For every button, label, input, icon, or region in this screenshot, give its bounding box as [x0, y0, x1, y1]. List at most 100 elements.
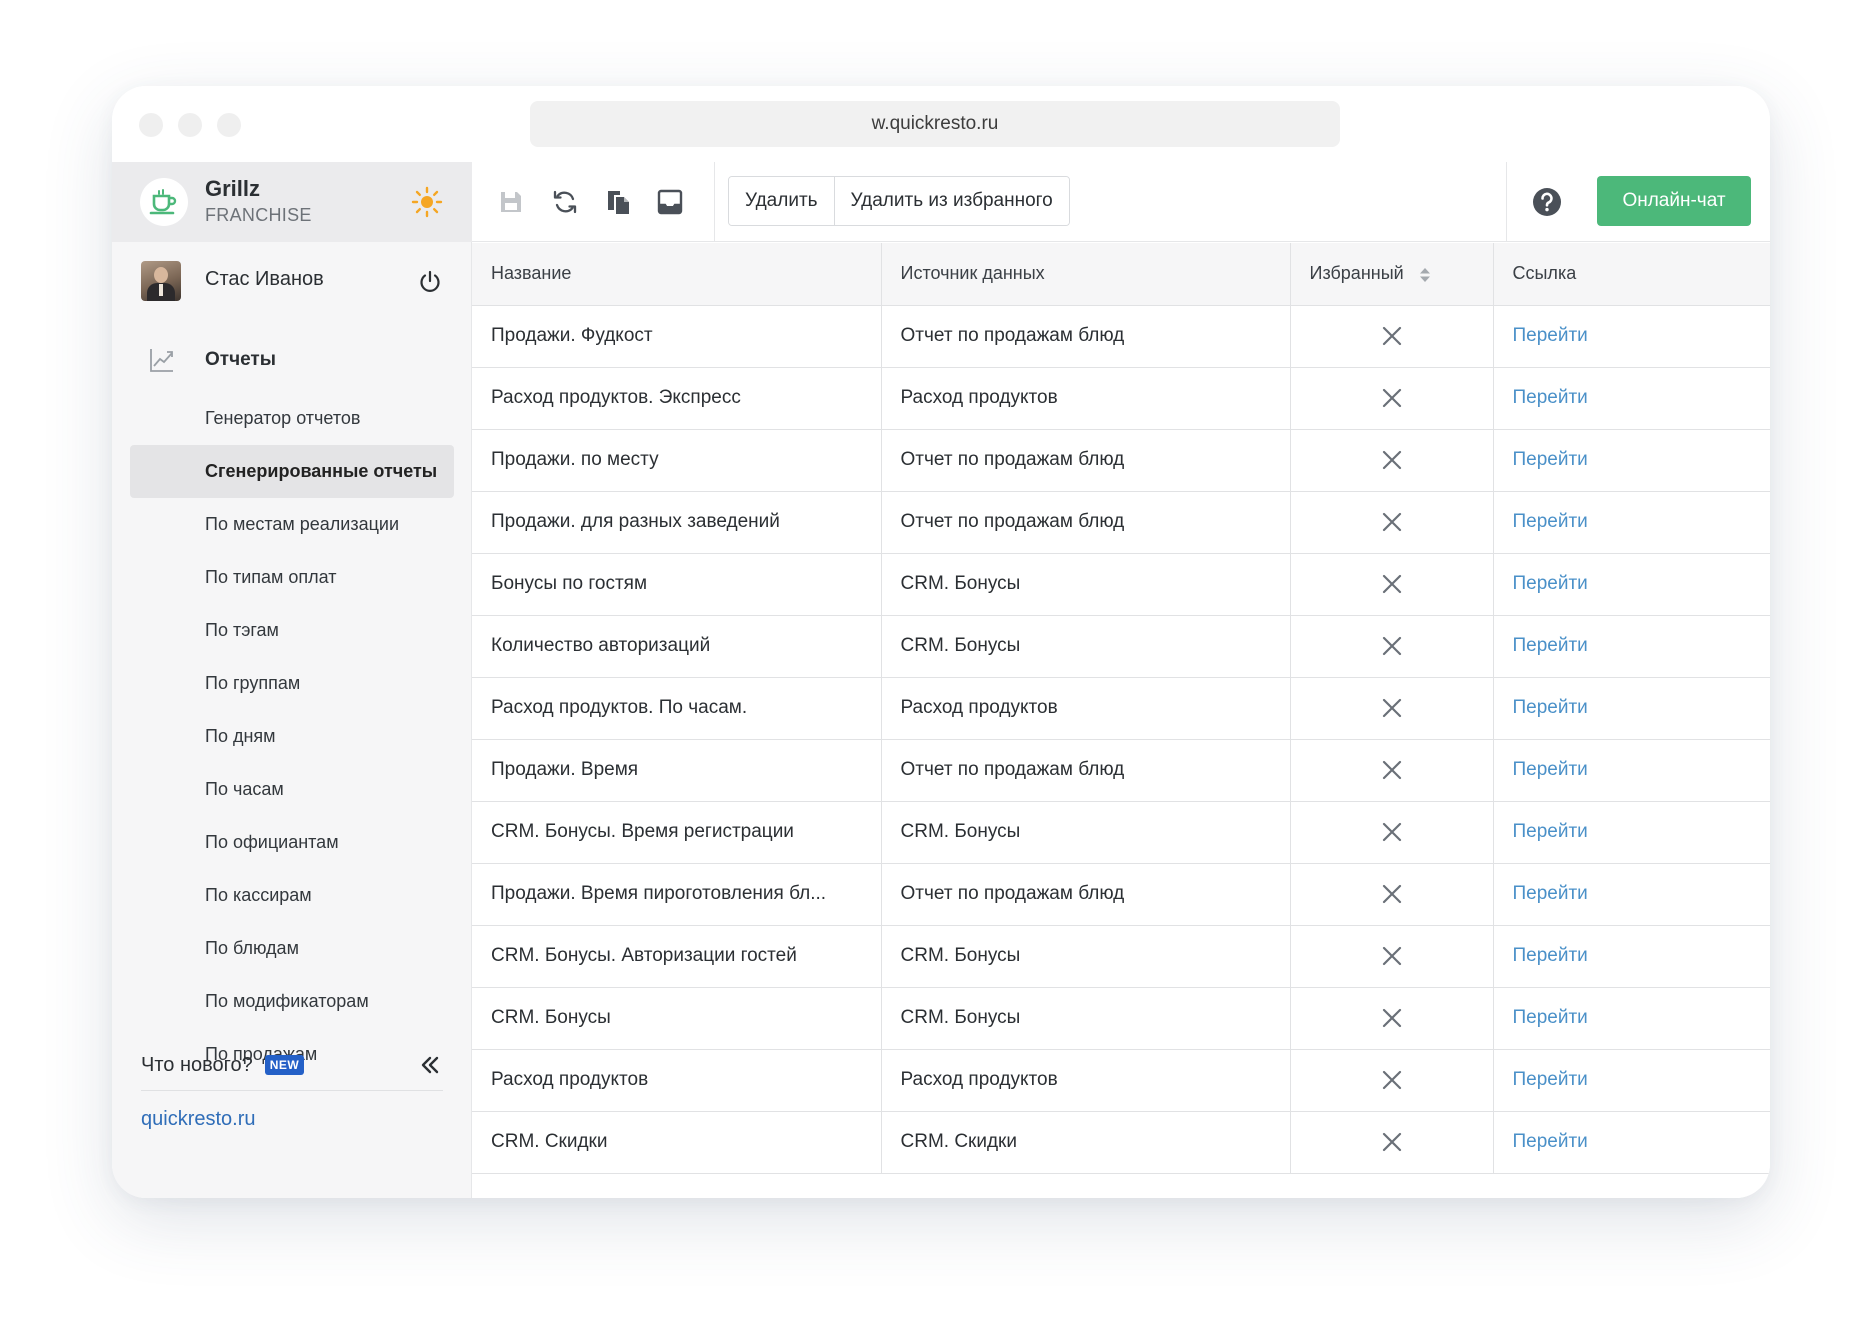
- reports-table: Название Источник данных Избранный Ссылк…: [472, 243, 1770, 1198]
- go-to-link[interactable]: Перейти: [1493, 987, 1770, 1050]
- sun-icon[interactable]: [411, 186, 443, 218]
- table-row[interactable]: Количество авторизаций CRM. Бонусы Перейти: [472, 615, 1770, 678]
- refresh-icon[interactable]: [551, 188, 579, 216]
- online-chat-button[interactable]: Онлайн-чат: [1597, 176, 1751, 226]
- inbox-icon[interactable]: [656, 188, 684, 216]
- report-source-cell: CRM. Бонусы: [881, 987, 1291, 1050]
- report-name-cell: Расход продуктов. Экспресс: [472, 367, 882, 430]
- toolbar-divider: [1506, 162, 1507, 242]
- favorite-cell: [1290, 367, 1494, 430]
- reports-nav-list: Генератор отчетов Сгенерированные отчеты…: [112, 392, 472, 1081]
- table-row[interactable]: Расход продуктов Расход продуктов Перейти: [472, 1049, 1770, 1112]
- coffee-cup-icon: [140, 178, 188, 226]
- nav-item-by-cashiers[interactable]: По кассирам: [130, 869, 454, 922]
- address-bar[interactable]: w.quickresto.ru: [530, 101, 1340, 147]
- delete-button[interactable]: Удалить: [729, 177, 834, 225]
- window-minimize-dot[interactable]: [178, 113, 202, 137]
- column-header-name[interactable]: Название: [472, 243, 882, 306]
- table-row[interactable]: Продажи. Фудкост Отчет по продажам блюд Пе…: [472, 305, 1770, 368]
- close-icon[interactable]: [1381, 1069, 1403, 1091]
- go-to-link[interactable]: Перейти: [1493, 1049, 1770, 1112]
- go-to-link[interactable]: Перейти: [1493, 863, 1770, 926]
- brand-subtitle: FRANCHISE: [205, 205, 312, 225]
- report-name-cell: Количество авторизаций: [472, 615, 882, 678]
- close-icon[interactable]: [1381, 759, 1403, 781]
- go-to-link[interactable]: Перейти: [1493, 615, 1770, 678]
- nav-item-by-days[interactable]: По дням: [130, 710, 454, 763]
- table-row[interactable]: Расход продуктов. Экспресс Расход продукт…: [472, 367, 1770, 430]
- table-row[interactable]: Продажи. Время Отчет по продажам блюд Пере…: [472, 739, 1770, 802]
- go-to-link[interactable]: Перейти: [1493, 1111, 1770, 1174]
- avatar[interactable]: [141, 261, 181, 301]
- favorite-cell: [1290, 429, 1494, 492]
- whats-new-link[interactable]: Что нового? NEW: [141, 1050, 305, 1080]
- report-name-cell: CRM. Бонусы. Время регистрации: [472, 801, 882, 864]
- nav-item-report-generator[interactable]: Генератор отчетов: [130, 392, 454, 445]
- help-icon[interactable]: [1532, 187, 1562, 217]
- close-icon[interactable]: [1381, 387, 1403, 409]
- nav-section-reports[interactable]: Отчеты: [112, 334, 472, 386]
- go-to-link[interactable]: Перейти: [1493, 553, 1770, 616]
- nav-item-by-places[interactable]: По местам реализации: [130, 498, 454, 551]
- table-row[interactable]: Расход продуктов. По часам. Расход продук…: [472, 677, 1770, 740]
- go-to-link[interactable]: Перейти: [1493, 677, 1770, 740]
- table-row[interactable]: Продажи. для разных заведений Отчет по пр…: [472, 491, 1770, 554]
- double-chevron-left-icon[interactable]: [417, 1052, 443, 1078]
- action-button-group: Удалить Удалить из избранного: [728, 176, 1070, 226]
- remove-from-favorites-button[interactable]: Удалить из избранного: [833, 177, 1069, 225]
- close-icon[interactable]: [1381, 697, 1403, 719]
- window-close-dot[interactable]: [139, 113, 163, 137]
- report-source-cell: CRM. Бонусы: [881, 925, 1291, 988]
- go-to-link[interactable]: Перейти: [1493, 801, 1770, 864]
- favorite-cell: [1290, 739, 1494, 802]
- report-source-cell: CRM. Бонусы: [881, 615, 1291, 678]
- go-to-link[interactable]: Перейти: [1493, 305, 1770, 368]
- nav-item-by-payment-types[interactable]: По типам оплат: [130, 551, 454, 604]
- table-row[interactable]: CRM. Скидки CRM. Скидки Перейти: [472, 1111, 1770, 1174]
- table-row[interactable]: CRM. Бонусы. Время регистрации CRM. Бонус…: [472, 801, 1770, 864]
- table-row[interactable]: CRM. Бонусы CRM. Бонусы Перейти: [472, 987, 1770, 1050]
- table-row[interactable]: Продажи. по месту Отчет по продажам блюд П…: [472, 429, 1770, 492]
- close-icon[interactable]: [1381, 573, 1403, 595]
- close-icon[interactable]: [1381, 1131, 1403, 1153]
- close-icon[interactable]: [1381, 325, 1403, 347]
- footer-divider: [141, 1090, 443, 1091]
- nav-item-by-modifiers[interactable]: По модификаторам: [130, 975, 454, 1028]
- go-to-link[interactable]: Перейти: [1493, 367, 1770, 430]
- column-header-source[interactable]: Источник данных: [881, 243, 1291, 306]
- column-header-link[interactable]: Ссылка: [1493, 243, 1770, 306]
- column-header-favorite[interactable]: Избранный: [1290, 243, 1494, 306]
- favorite-cell: [1290, 925, 1494, 988]
- site-link[interactable]: quickresto.ru: [141, 1108, 256, 1131]
- close-icon[interactable]: [1381, 945, 1403, 967]
- save-icon[interactable]: [497, 188, 525, 216]
- nav-item-by-hours[interactable]: По часам: [130, 763, 454, 816]
- go-to-link[interactable]: Перейти: [1493, 429, 1770, 492]
- nav-item-by-tags[interactable]: По тэгам: [130, 604, 454, 657]
- report-source-cell: Отчет по продажам блюд: [881, 491, 1291, 554]
- go-to-link[interactable]: Перейти: [1493, 491, 1770, 554]
- nav-item-generated-reports[interactable]: Сгенерированные отчеты: [130, 445, 454, 498]
- sort-icon[interactable]: [1419, 266, 1431, 284]
- nav-item-by-waiters[interactable]: По официантам: [130, 816, 454, 869]
- copy-icon[interactable]: [604, 188, 632, 216]
- report-source-cell: Отчет по продажам блюд: [881, 863, 1291, 926]
- table-row[interactable]: Продажи. Время пироготовления бл... Отчет…: [472, 863, 1770, 926]
- close-icon[interactable]: [1381, 821, 1403, 843]
- close-icon[interactable]: [1381, 449, 1403, 471]
- go-to-link[interactable]: Перейти: [1493, 739, 1770, 802]
- report-source-cell: CRM. Скидки: [881, 1111, 1291, 1174]
- power-icon[interactable]: [417, 269, 443, 295]
- close-icon[interactable]: [1381, 635, 1403, 657]
- close-icon[interactable]: [1381, 511, 1403, 533]
- window-maximize-dot[interactable]: [217, 113, 241, 137]
- table-row[interactable]: Бонусы по гостям CRM. Бонусы Перейти: [472, 553, 1770, 616]
- close-icon[interactable]: [1381, 883, 1403, 905]
- go-to-link[interactable]: Перейти: [1493, 925, 1770, 988]
- report-name-cell: CRM. Бонусы. Авторизации гостей: [472, 925, 882, 988]
- nav-item-by-groups[interactable]: По группам: [130, 657, 454, 710]
- table-header-row: Название Источник данных Избранный Ссылк…: [472, 243, 1770, 306]
- nav-item-by-dishes[interactable]: По блюдам: [130, 922, 454, 975]
- close-icon[interactable]: [1381, 1007, 1403, 1029]
- table-row[interactable]: CRM. Бонусы. Авторизации гостей CRM. Бону…: [472, 925, 1770, 988]
